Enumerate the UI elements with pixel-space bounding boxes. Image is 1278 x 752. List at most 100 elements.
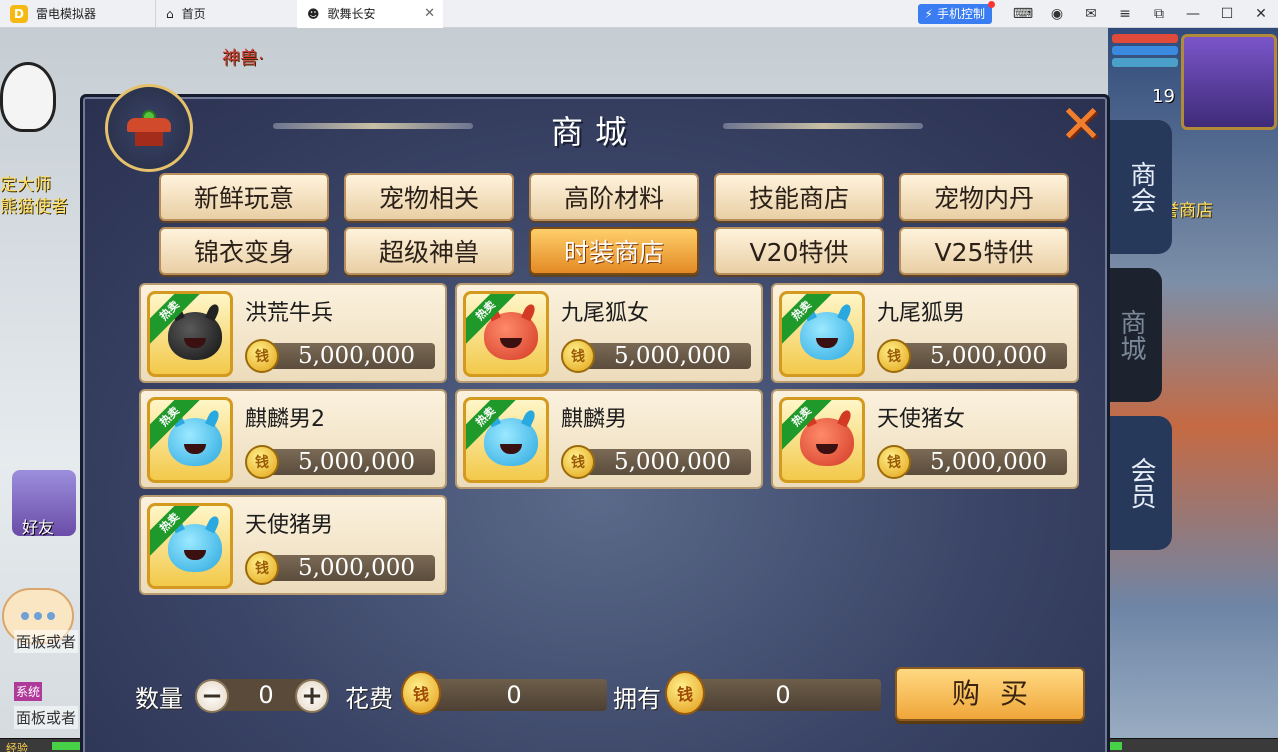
fox-icon: [484, 312, 538, 360]
tab-game[interactable]: ☻ 歌舞长安 ✕: [297, 0, 443, 28]
item-price: 5,000,000: [901, 449, 1067, 475]
owned-label: 拥有: [613, 685, 661, 713]
close-shop-button[interactable]: ✕: [1055, 99, 1107, 151]
tab-game-label: 歌舞长安: [327, 7, 376, 21]
user-icon[interactable]: ◉: [1040, 0, 1074, 28]
coin-icon: 钱: [245, 339, 279, 373]
qilin-icon: [484, 418, 538, 466]
hp-bar: [1112, 34, 1178, 43]
menu-icon[interactable]: ≡: [1108, 0, 1142, 28]
item-name: 洪荒牛兵: [245, 301, 334, 326]
bull-icon: [168, 312, 222, 360]
tab-home[interactable]: ⌂ 首页: [155, 0, 297, 28]
item-thumbnail: 热卖: [463, 291, 549, 377]
side-tab-vip[interactable]: 会员: [1110, 416, 1172, 550]
mail-icon[interactable]: ✉: [1074, 0, 1108, 28]
phone-control-button[interactable]: ⚡ 手机控制: [917, 0, 995, 24]
cost-label: 花费: [345, 685, 393, 713]
game-scene: 定大师 熊猫使者 神兽· 誉商店 好友 面板或者 系统 面板或者 19 商会 商…: [0, 28, 1278, 752]
item-name: 麒麟男: [561, 407, 628, 432]
chat-line-1: 面板或者: [14, 630, 79, 653]
close-tab-icon[interactable]: ✕: [424, 6, 435, 21]
buy-button[interactable]: 购买: [895, 667, 1085, 721]
category-novelty[interactable]: 新鲜玩意: [159, 173, 329, 221]
tab-home-label: 首页: [181, 7, 206, 21]
chat-line-2: 面板或者: [14, 706, 79, 729]
dot-icon: [34, 612, 42, 620]
plus-button[interactable]: +: [295, 679, 329, 713]
coin-icon: 钱: [665, 671, 705, 715]
coin-icon: 钱: [561, 445, 595, 479]
quantity-value[interactable]: 0: [251, 681, 281, 709]
gamepad-icon[interactable]: ⌨: [1006, 0, 1040, 28]
mp-bar: [1112, 46, 1178, 55]
shop-item[interactable]: 热卖 麒麟男2 5,000,000 钱: [139, 389, 447, 489]
minimize-icon[interactable]: —: [1176, 0, 1210, 28]
pig-icon: [168, 524, 222, 572]
coin-icon: 钱: [245, 445, 279, 479]
friend-label: 好友: [22, 518, 55, 537]
shop-title: 商城: [550, 113, 639, 151]
pig-icon: [800, 418, 854, 466]
category-fashion-shop[interactable]: 时装商店: [529, 227, 699, 275]
side-tab-vip-label: 会员: [1126, 457, 1156, 509]
exp-label: 经验: [6, 742, 28, 752]
item-price: 5,000,000: [901, 343, 1067, 369]
coin-icon: 钱: [401, 671, 441, 715]
lightning-icon: ⚡: [924, 6, 933, 21]
maximize-icon[interactable]: ☐: [1210, 0, 1244, 28]
npc-name-top: 神兽·: [222, 48, 264, 69]
item-thumbnail: 热卖: [779, 291, 865, 377]
npc-name-panda: 熊猫使者: [0, 197, 68, 217]
side-tab-guild[interactable]: 商会: [1110, 120, 1172, 254]
panda-npc[interactable]: [0, 62, 56, 132]
category-v20[interactable]: V20特供: [714, 227, 884, 275]
item-thumbnail: 热卖: [147, 291, 233, 377]
app-title: D 雷电模拟器: [0, 0, 155, 28]
category-transform[interactable]: 锦衣变身: [159, 227, 329, 275]
close-window-icon[interactable]: ✕: [1244, 0, 1278, 28]
coin-icon: 钱: [561, 339, 595, 373]
side-tab-mall-label: 商城: [1116, 309, 1146, 361]
app-name: 雷电模拟器: [36, 7, 97, 21]
sp-bar: [1112, 58, 1178, 67]
shop-item[interactable]: 热卖 天使猪男 5,000,000 钱: [139, 495, 447, 595]
item-thumbnail: 热卖: [147, 503, 233, 589]
shop-item[interactable]: 热卖 九尾狐女 5,000,000 钱: [455, 283, 763, 383]
dot-icon: [47, 612, 55, 620]
titlebar-controls: ⚡ 手机控制 ⌨ ◉ ✉ ≡ ⧉ — ☐ ✕: [917, 0, 1278, 28]
item-price: 5,000,000: [269, 343, 435, 369]
item-name: 九尾狐女: [561, 301, 650, 326]
item-price: 5,000,000: [585, 343, 751, 369]
home-icon: ⌂: [166, 6, 174, 21]
side-tab-guild-label: 商会: [1126, 161, 1156, 213]
shop-item[interactable]: 热卖 九尾狐男 5,000,000 钱: [771, 283, 1079, 383]
category-v25[interactable]: V25特供: [899, 227, 1069, 275]
emulator-titlebar: D 雷电模拟器 ⌂ 首页 ☻ 歌舞长安 ✕ ⚡ 手机控制 ⌨ ◉ ✉ ≡ ⧉ —…: [0, 0, 1278, 28]
item-thumbnail: 热卖: [463, 397, 549, 483]
item-price: 5,000,000: [585, 449, 751, 475]
category-skill-shop[interactable]: 技能商店: [714, 173, 884, 221]
phone-control-label: 手机控制: [936, 7, 985, 21]
item-price: 5,000,000: [269, 555, 435, 581]
category-pet-related[interactable]: 宠物相关: [344, 173, 514, 221]
category-advanced-materials[interactable]: 高阶材料: [529, 173, 699, 221]
friend-button[interactable]: 好友: [12, 470, 76, 537]
item-name: 九尾狐男: [877, 301, 966, 326]
popout-icon[interactable]: ⧉: [1142, 0, 1176, 28]
category-pet-core[interactable]: 宠物内丹: [899, 173, 1069, 221]
shop-item[interactable]: 热卖 麒麟男 5,000,000 钱: [455, 389, 763, 489]
app-logo-icon: D: [10, 4, 28, 23]
qilin-icon: [168, 418, 222, 466]
game-icon: ☻: [307, 6, 320, 21]
shop-item[interactable]: 热卖 天使猪女 5,000,000 钱: [771, 389, 1079, 489]
quantity-label: 数量: [135, 685, 183, 713]
owned-value: 0: [685, 679, 881, 711]
category-super-beast[interactable]: 超级神兽: [344, 227, 514, 275]
item-name: 麒麟男2: [245, 407, 325, 432]
item-thumbnail: 热卖: [147, 397, 233, 483]
coin-icon: 钱: [877, 339, 911, 373]
player-avatar[interactable]: [1181, 34, 1277, 130]
minus-button[interactable]: −: [195, 679, 229, 713]
shop-item[interactable]: 热卖 洪荒牛兵 5,000,000 钱: [139, 283, 447, 383]
